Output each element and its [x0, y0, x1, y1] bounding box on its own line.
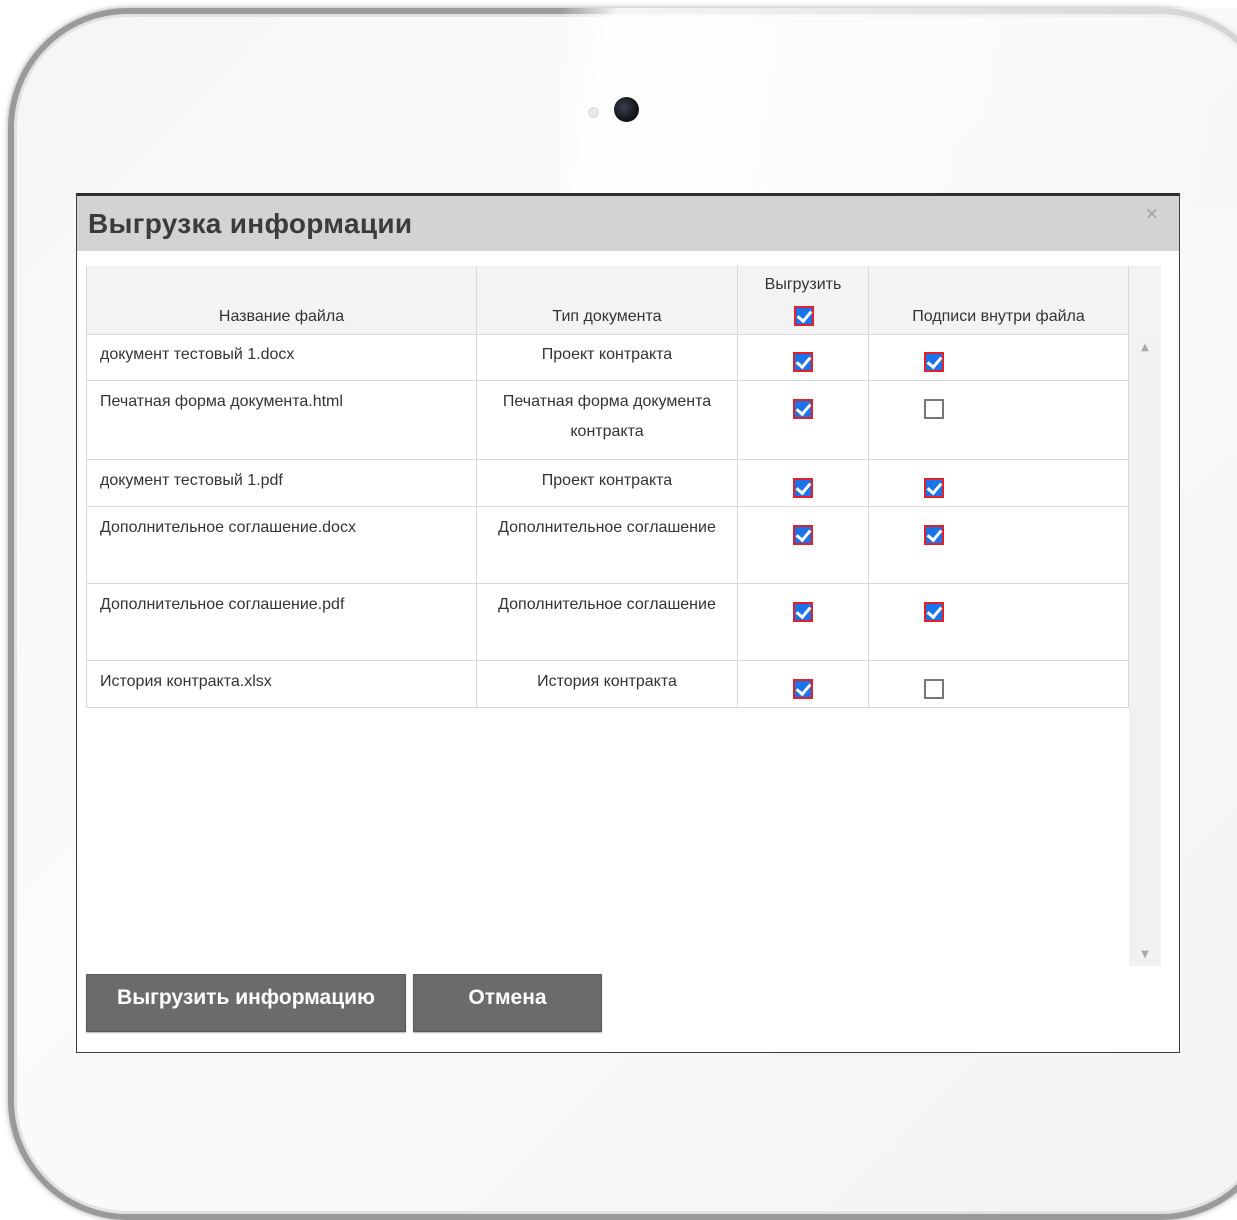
column-header-export: Выгрузить: [738, 266, 869, 334]
dialog-title: Выгрузка информации: [88, 208, 413, 239]
signatures-checkbox[interactable]: [924, 525, 944, 545]
close-icon[interactable]: ×: [1145, 204, 1159, 224]
export-button[interactable]: Выгрузить информацию: [86, 974, 406, 1032]
export-checkbox[interactable]: [793, 399, 813, 419]
export-checkbox[interactable]: [793, 525, 813, 545]
signatures-checkbox[interactable]: [924, 352, 944, 372]
table-row: История контракта.xlsx История контракта: [86, 661, 1129, 708]
signatures-checkbox[interactable]: [924, 679, 944, 699]
select-all-export-checkbox[interactable]: [794, 306, 814, 326]
export-cell: [738, 584, 869, 660]
file-name-cell: Дополнительное соглашение.pdf: [86, 584, 477, 660]
file-name-cell: документ тестовый 1.docx: [86, 334, 477, 380]
column-header-name-label: Название файла: [218, 308, 345, 325]
scroll-down-icon[interactable]: ▼: [1129, 949, 1161, 960]
table-header: Название файла Тип документа Выгрузить П…: [86, 266, 1161, 335]
file-name-cell: История контракта.xlsx: [86, 661, 477, 707]
file-name-cell: Дополнительное соглашение.docx: [86, 507, 477, 583]
cancel-button[interactable]: Отмена: [413, 974, 602, 1032]
table-row: Дополнительное соглашение.pdf Дополнитель…: [86, 584, 1129, 661]
signatures-cell: [869, 460, 1129, 506]
column-header-signatures[interactable]: Подписи внутри файла: [869, 266, 1129, 334]
document-type-cell: Проект контракта: [477, 334, 738, 380]
export-dialog: Выгрузка информации × Название файла Тип…: [76, 193, 1180, 1053]
export-cell: [738, 460, 869, 506]
signatures-checkbox[interactable]: [924, 478, 944, 498]
document-type-cell: Проект контракта: [477, 460, 738, 506]
document-type-cell: Печатная форма документа контракта: [477, 381, 738, 459]
vertical-scrollbar[interactable]: ▲ ▼: [1129, 334, 1161, 966]
export-checkbox[interactable]: [793, 679, 813, 699]
signatures-cell: [869, 661, 1129, 707]
camera-icon: [614, 97, 639, 122]
export-cell: [738, 334, 869, 380]
table-row: Дополнительное соглашение.docx Дополнител…: [86, 507, 1129, 584]
table-row: документ тестовый 1.pdf Проект контракта: [86, 460, 1129, 507]
file-name-cell: документ тестовый 1.pdf: [86, 460, 477, 506]
export-checkbox[interactable]: [793, 352, 813, 372]
export-checkbox[interactable]: [793, 478, 813, 498]
export-checkbox[interactable]: [793, 602, 813, 622]
sensor-dot: [588, 107, 599, 118]
column-header-name[interactable]: Название файла: [86, 266, 477, 334]
column-header-export-label: Выгрузить: [764, 276, 842, 293]
column-header-signatures-label: Подписи внутри файла: [912, 308, 1085, 325]
signatures-cell: [869, 334, 1129, 380]
signatures-cell: [869, 381, 1129, 459]
files-table: Название файла Тип документа Выгрузить П…: [86, 266, 1161, 966]
table-row: Печатная форма документа.html Печатная фо…: [86, 381, 1129, 460]
export-cell: [738, 507, 869, 583]
document-type-cell: История контракта: [477, 661, 738, 707]
column-header-type[interactable]: Тип документа: [477, 266, 738, 334]
export-cell: [738, 381, 869, 459]
signatures-checkbox[interactable]: [924, 399, 944, 419]
signatures-cell: [869, 507, 1129, 583]
scroll-up-icon[interactable]: ▲: [1129, 342, 1161, 353]
document-type-cell: Дополнительное соглашение: [477, 584, 738, 660]
column-header-type-label: Тип документа: [552, 308, 662, 325]
signatures-checkbox[interactable]: [924, 602, 944, 622]
table-row: документ тестовый 1.docx Проект контракта: [86, 334, 1129, 381]
dialog-header: Выгрузка информации ×: [77, 196, 1179, 251]
document-type-cell: Дополнительное соглашение: [477, 507, 738, 583]
file-name-cell: Печатная форма документа.html: [86, 381, 477, 459]
export-cell: [738, 661, 869, 707]
signatures-cell: [869, 584, 1129, 660]
